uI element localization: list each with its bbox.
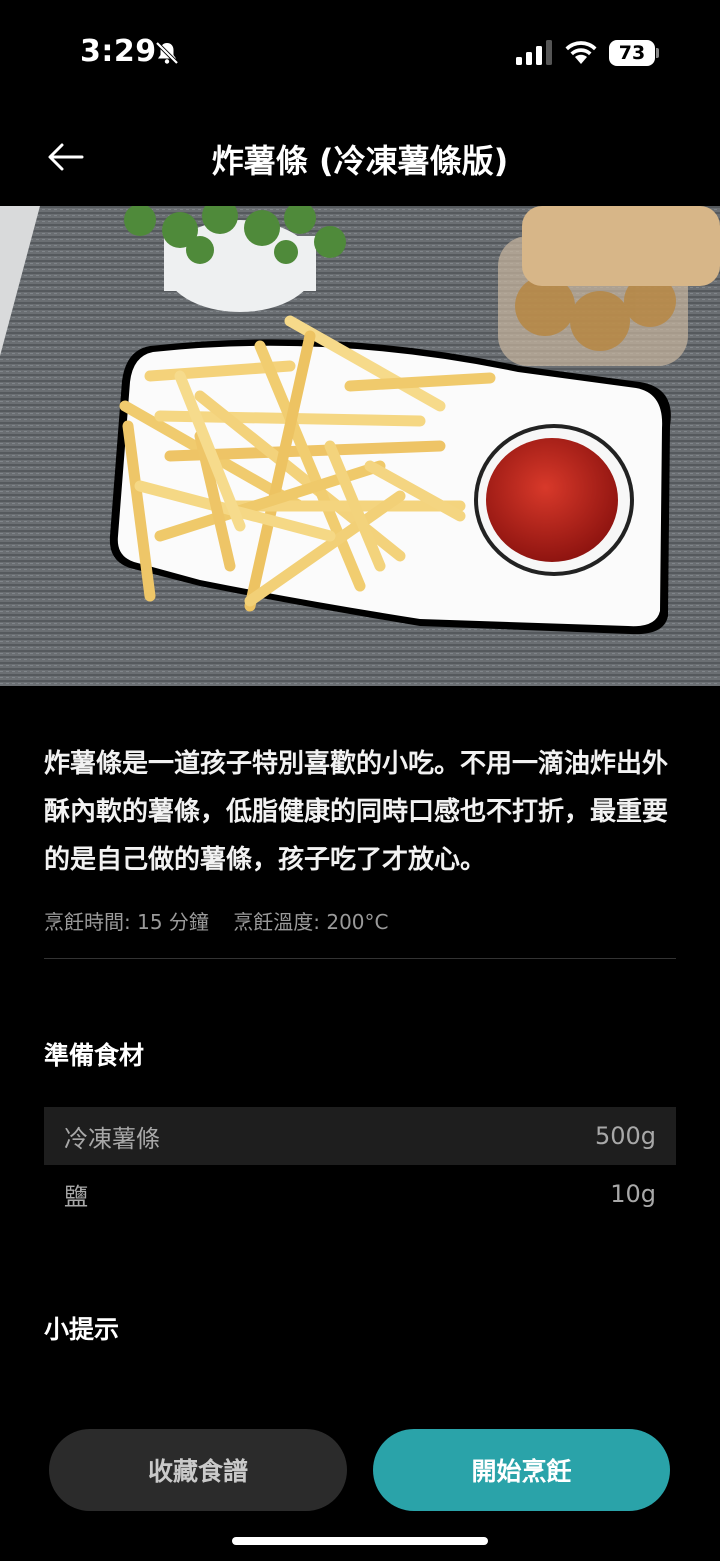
cellular-signal-icon (516, 40, 552, 65)
ingredient-row: 鹽 10g (44, 1165, 676, 1223)
wifi-icon (565, 41, 597, 64)
ingredient-amount: 10g (610, 1180, 656, 1208)
nav-bar: 炸薯條 (冷凍薯條版) (0, 108, 720, 206)
tips-title: 小提示 (44, 1315, 120, 1344)
home-indicator (232, 1537, 488, 1545)
ingredient-amount: 500g (594, 1122, 656, 1150)
divider (44, 958, 676, 959)
battery-icon: 73 (609, 40, 659, 66)
recipe-description: 炸薯條是一道孩子特別喜歡的小吃。不用一滴油炸出外酥內軟的薯條，低脂健康的同時口感… (44, 749, 669, 875)
cook-time: 烹飪時間: 15 分鐘 (44, 910, 209, 934)
recipe-meta: 烹飪時間: 15 分鐘 烹飪溫度: 200°C (44, 906, 407, 935)
status-time: 3:29 (80, 34, 157, 69)
ingredient-row: 冷凍薯條 500g (44, 1107, 676, 1165)
cook-temperature: 烹飪溫度: 200°C (233, 910, 389, 934)
battery-level: 73 (609, 40, 655, 66)
page-title: 炸薯條 (冷凍薯條版) (211, 142, 509, 180)
bell-muted-icon (155, 41, 179, 65)
start-cooking-button[interactable]: 開始烹飪 (373, 1429, 670, 1511)
ingredients-list: 冷凍薯條 500g 鹽 10g (44, 1107, 676, 1223)
ingredient-name: 鹽 (64, 1182, 88, 1211)
status-bar: 3:29 73 (0, 0, 720, 108)
ingredients-title: 準備食材 (44, 1041, 145, 1070)
save-recipe-button[interactable]: 收藏食譜 (49, 1429, 347, 1511)
recipe-photo (0, 206, 720, 686)
ingredient-name: 冷凍薯條 (64, 1124, 160, 1153)
